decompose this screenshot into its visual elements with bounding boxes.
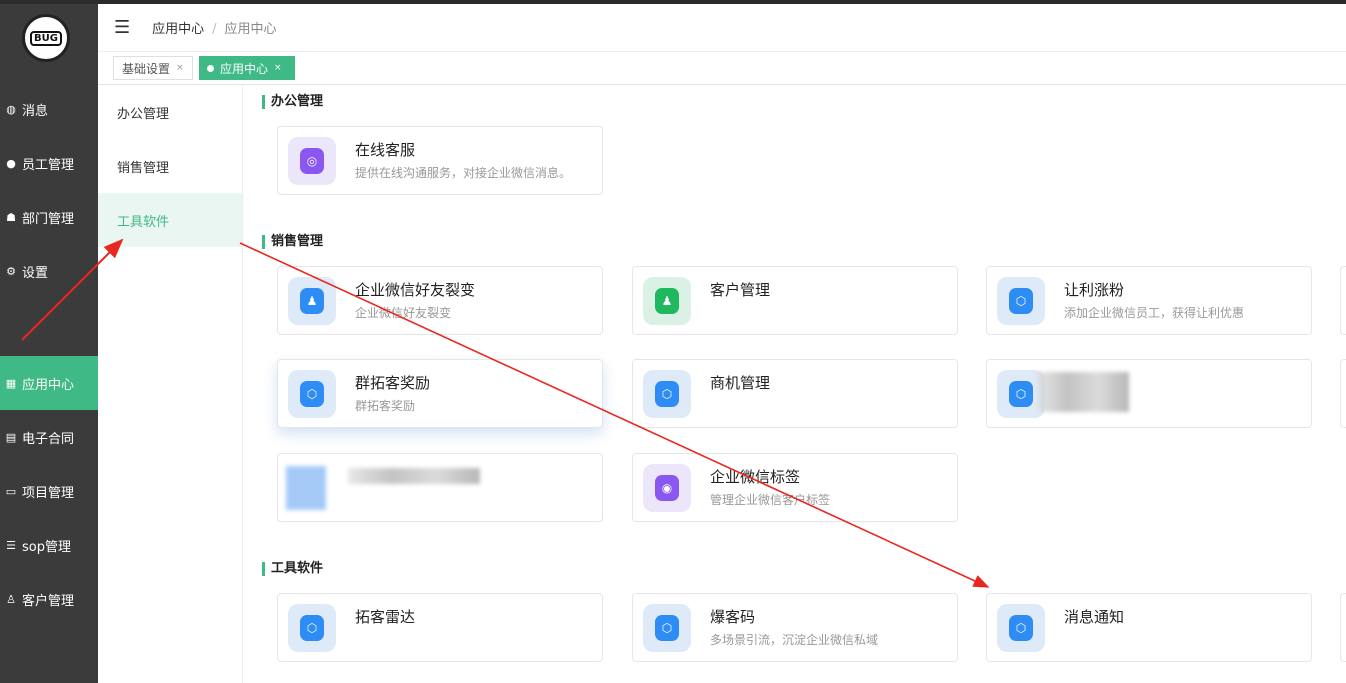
database-icon: ☰ xyxy=(6,538,16,552)
breadcrumb-separator: / xyxy=(212,22,217,37)
app-card[interactable]: ♟ 企业微信好友裂变 企业微信好友裂变 xyxy=(277,266,603,335)
app-card-blurred[interactable]: ⬡ xyxy=(986,359,1312,428)
sidebar-item-departments[interactable]: ☗ 部门管理 xyxy=(0,190,98,244)
breadcrumb-item[interactable]: 应用中心 xyxy=(152,22,204,37)
app-card[interactable]: ⬡ 拓客雷达 xyxy=(277,593,603,662)
headset-icon: ◎ xyxy=(288,137,336,185)
cube-icon: ⬡ xyxy=(643,604,691,652)
org-icon: ☗ xyxy=(6,210,16,224)
sidebar-item-settings[interactable]: ⚙ 设置 xyxy=(0,244,98,298)
tab-app-center[interactable]: 应用中心 × xyxy=(199,56,295,80)
app-card-partial[interactable] xyxy=(1340,359,1346,428)
gear-icon: ⚙ xyxy=(6,264,16,278)
close-icon[interactable]: × xyxy=(274,63,282,73)
sidebar-item-messages[interactable]: ◍ 消息 xyxy=(0,82,98,136)
section-title: 办公管理 xyxy=(262,95,323,109)
cube-icon: ⬡ xyxy=(288,370,336,418)
close-icon[interactable]: × xyxy=(176,63,184,73)
breadcrumb-current: 应用中心 xyxy=(224,22,277,37)
customer-icon: ♟ xyxy=(643,277,691,325)
app-card[interactable]: ⬡ 消息通知 xyxy=(986,593,1312,662)
project-icon: ▭ xyxy=(5,484,17,498)
apps-icon: ▦ xyxy=(5,376,17,390)
sidebar-item-staff[interactable]: ● 员工管理 xyxy=(0,136,98,190)
sidebar-item-contracts[interactable]: ▤ 电子合同 xyxy=(0,410,98,464)
cube-icon: ⬡ xyxy=(997,604,1045,652)
app-card-blurred[interactable] xyxy=(277,453,603,522)
app-card[interactable]: ⬡ 群拓客奖励 群拓客奖励 xyxy=(277,359,603,428)
sidebar: BUG ◍ 消息 ● 员工管理 ☗ 部门管理 ⚙ 设置 ▦ 应用中心 ▤ 电子合同 ▭ 项目管… xyxy=(0,4,98,683)
tab-bar: 基础设置 × 应用中心 × xyxy=(98,52,1346,85)
section-title: 工具软件 xyxy=(262,562,323,576)
app-card[interactable]: ⬡ 爆客码 多场景引流，沉淀企业微信私域 xyxy=(632,593,958,662)
section-title: 销售管理 xyxy=(262,235,323,249)
contract-icon: ▤ xyxy=(5,430,17,444)
header: ☰ 应用中心 / 应用中心 xyxy=(98,4,1346,52)
redacted-area xyxy=(1037,372,1129,412)
tab-basic-settings[interactable]: 基础设置 × xyxy=(113,56,193,80)
user-share-icon: ♟ xyxy=(288,277,336,325)
sidebar-item-sop[interactable]: ☰ sop管理 xyxy=(0,518,98,572)
tag-icon: ◉ xyxy=(643,464,691,512)
customer-icon: ♙ xyxy=(6,592,16,606)
sidebar-item-customers[interactable]: ♙ 客户管理 xyxy=(0,572,98,626)
logo[interactable]: BUG xyxy=(22,14,70,62)
category-tools[interactable]: 工具软件 xyxy=(98,193,242,247)
breadcrumb: 应用中心 / 应用中心 xyxy=(152,18,276,37)
app-card-partial[interactable] xyxy=(1340,593,1346,662)
app-card[interactable]: ♟ 客户管理 xyxy=(632,266,958,335)
active-dot-icon xyxy=(207,64,214,72)
message-icon: ◍ xyxy=(6,102,16,116)
cube-icon: ⬡ xyxy=(997,277,1045,325)
menu-collapse-icon[interactable]: ☰ xyxy=(114,17,130,38)
app-card-partial[interactable] xyxy=(1340,266,1346,335)
cube-icon: ⬡ xyxy=(643,370,691,418)
category-sales[interactable]: 销售管理 xyxy=(98,139,242,193)
app-card[interactable]: ⬡ 商机管理 xyxy=(632,359,958,428)
category-nav: 办公管理 销售管理 工具软件 xyxy=(98,85,243,683)
app-card[interactable]: ◉ 企业微信标签 管理企业微信客户标签 xyxy=(632,453,958,522)
sidebar-item-app-center[interactable]: ▦ 应用中心 xyxy=(0,356,98,410)
redacted-text xyxy=(348,468,480,484)
cube-icon: ⬡ xyxy=(288,604,336,652)
app-card[interactable]: ◎ 在线客服 提供在线沟通服务，对接企业微信消息。 xyxy=(277,126,603,195)
user-icon: ● xyxy=(6,156,16,170)
category-office[interactable]: 办公管理 xyxy=(98,85,242,139)
redacted-icon xyxy=(286,466,326,510)
sidebar-item-projects[interactable]: ▭ 项目管理 xyxy=(0,464,98,518)
app-card[interactable]: ⬡ 让利涨粉 添加企业微信员工，获得让利优惠 xyxy=(986,266,1312,335)
